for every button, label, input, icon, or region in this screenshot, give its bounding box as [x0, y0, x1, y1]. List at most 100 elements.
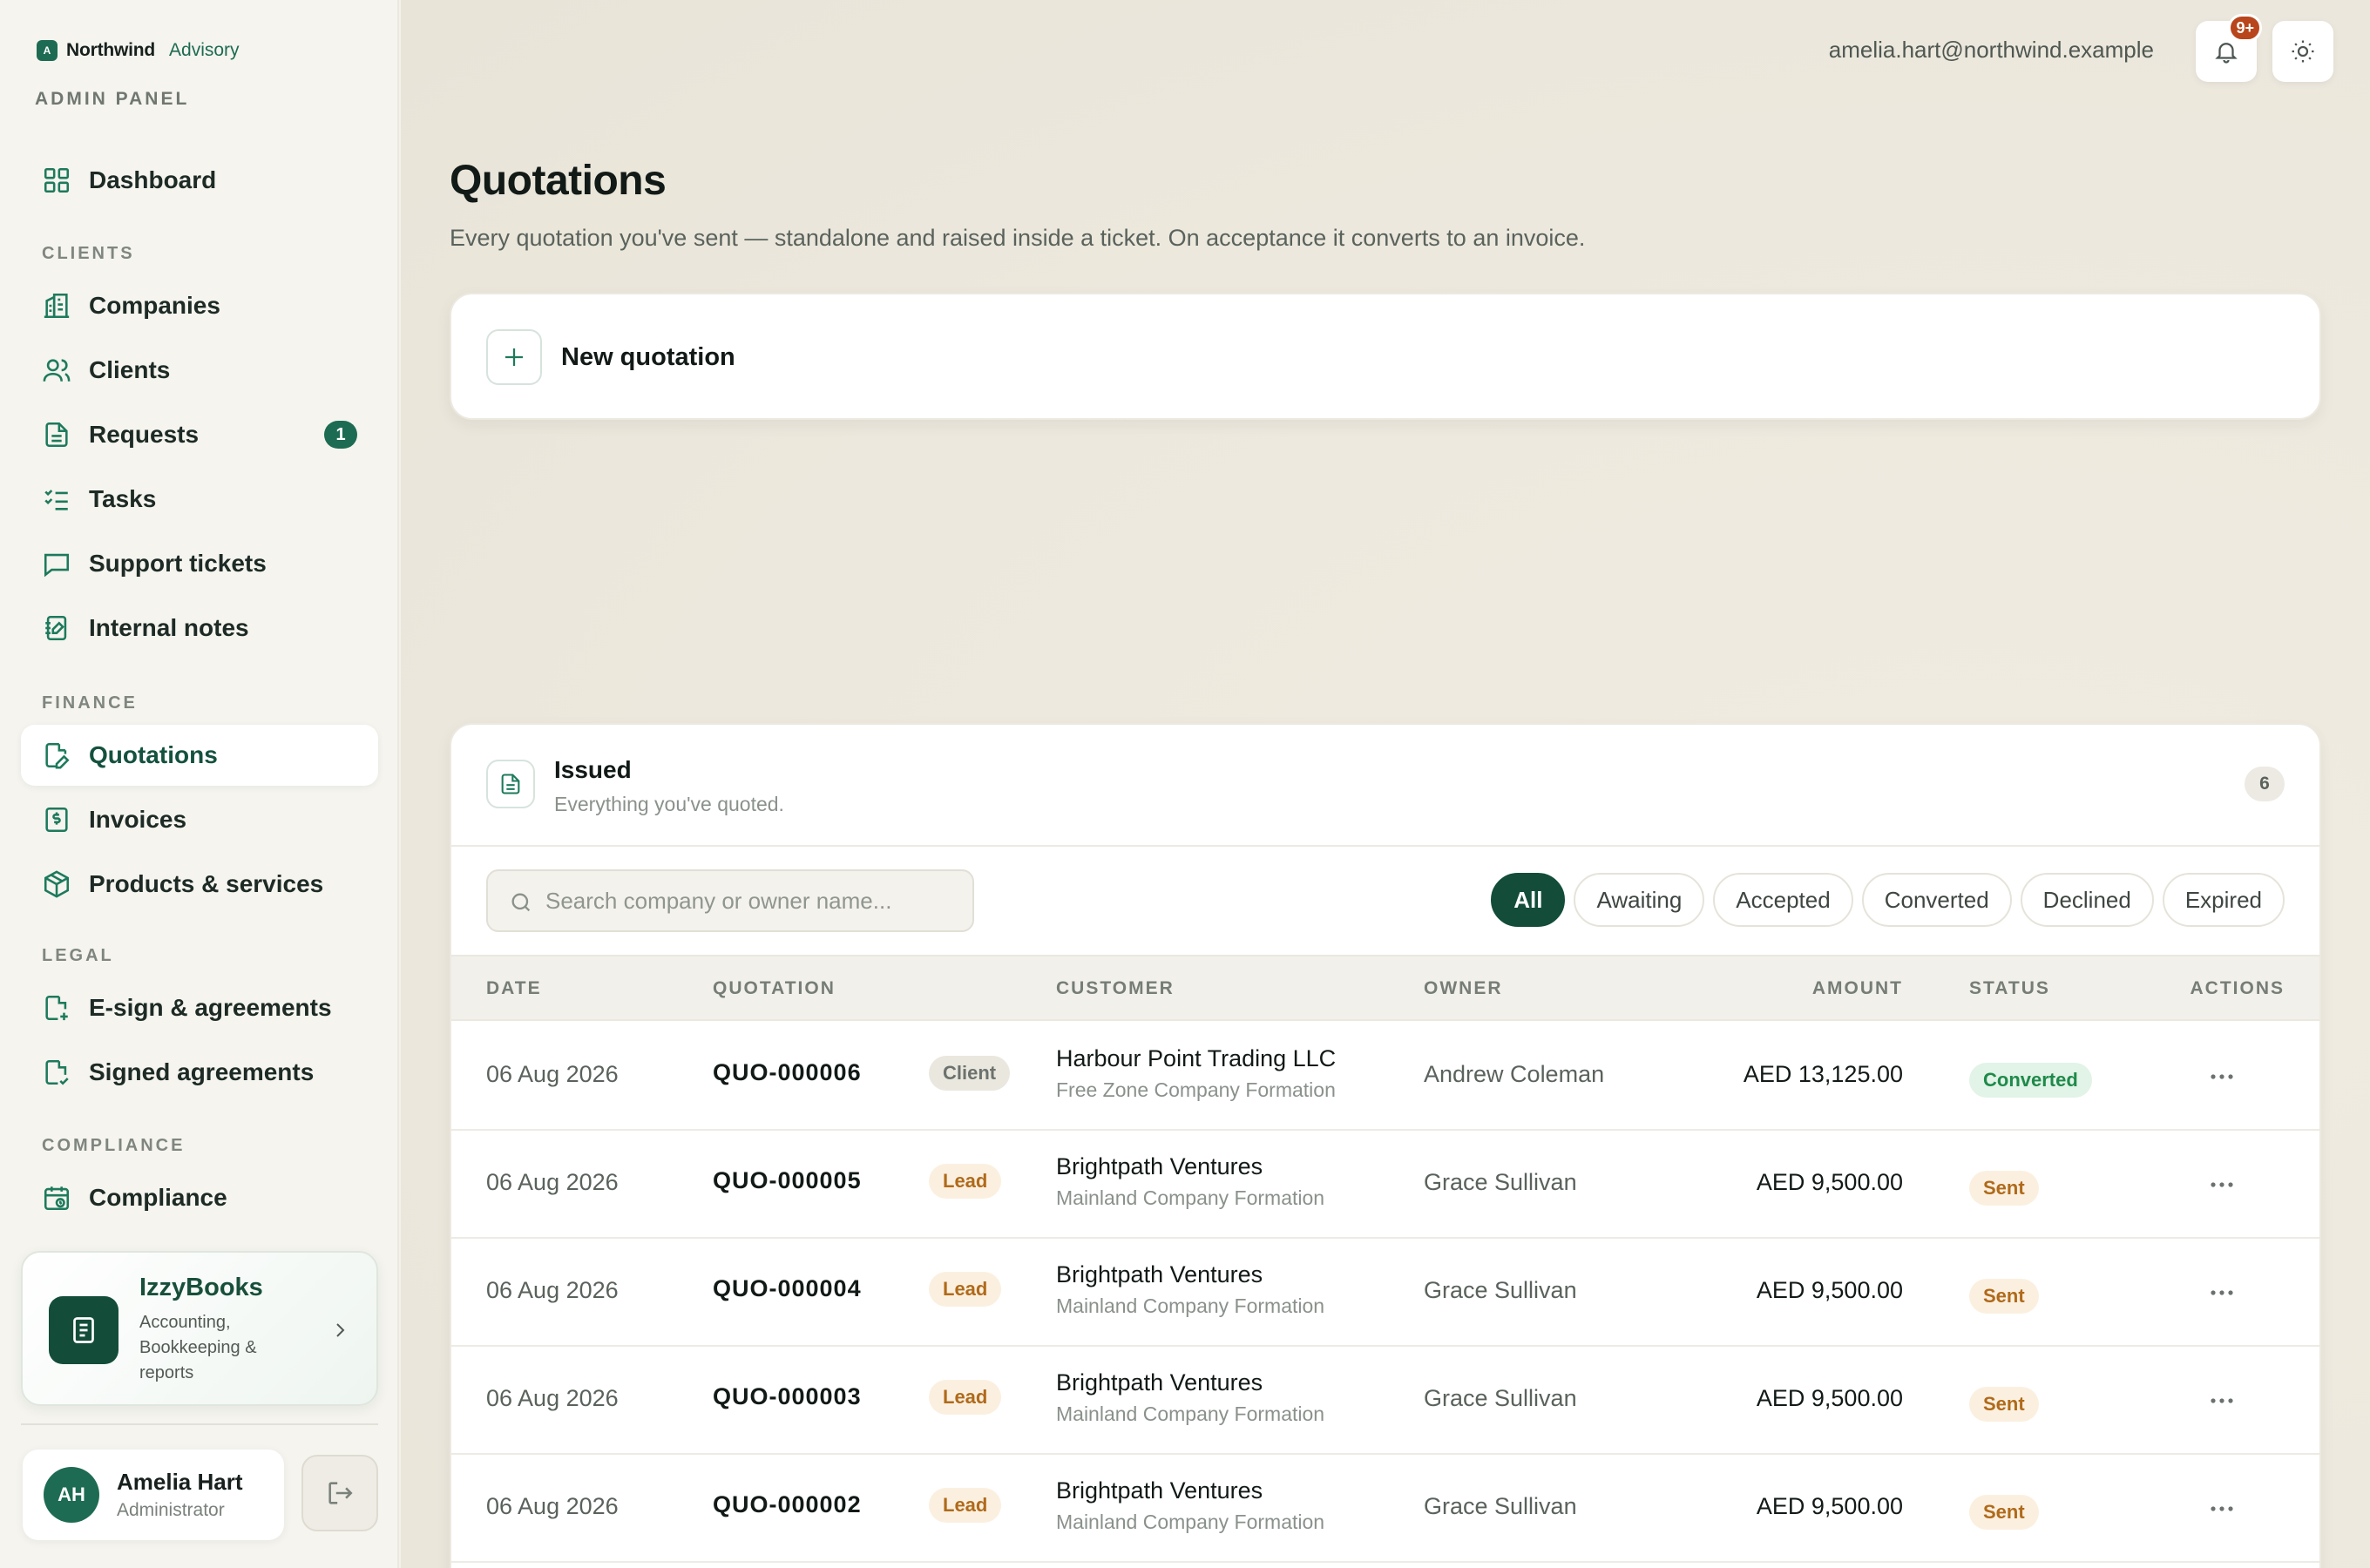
row-owner: Andrew Coleman [1424, 1061, 1605, 1087]
sidebar: A Northwind Advisory ADMIN PANEL Dashboa… [0, 0, 399, 1568]
filter-all[interactable]: All [1491, 873, 1566, 927]
sidebar-item-label: Support tickets [89, 550, 267, 577]
logout-button[interactable] [301, 1455, 378, 1531]
table-row[interactable]: 06 Aug 2026 QUO-000006 Client Harbour Point… [451, 1023, 2319, 1131]
plus-icon [501, 344, 527, 370]
sidebar-item-tasks[interactable]: Tasks [21, 469, 378, 530]
sidebar-item-label: Companies [89, 292, 220, 319]
row-actions-button[interactable] [2201, 1493, 2243, 1524]
row-actions-button[interactable] [2201, 1277, 2243, 1308]
sidebar-item-label: Internal notes [89, 614, 249, 641]
table-row[interactable]: 06 Aug 2026 QUO-000005 Lead Brightpath Vent… [451, 1131, 2319, 1239]
notification-count-badge: 9+ [2228, 14, 2262, 42]
row-amount: AED 9,500.00 [1756, 1493, 1903, 1519]
sidebar-item-signed-agreements[interactable]: Signed agreements [21, 1042, 378, 1103]
izzybooks-card[interactable]: IzzyBooks Accounting, Bookkeeping & repo… [21, 1251, 378, 1406]
sidebar-item-support-tickets[interactable]: Support tickets [21, 533, 378, 594]
customer-type-tag: Lead [929, 1488, 1002, 1523]
column-header-status[interactable]: STATUS [1969, 978, 2050, 999]
new-quotation-card[interactable]: New quotation [450, 293, 2321, 420]
status-badge: Sent [1969, 1279, 2039, 1314]
row-owner: Grace Sullivan [1424, 1169, 1577, 1195]
page-description: Every quotation you've sent — standalone… [450, 225, 1586, 251]
table-row[interactable]: 06 Aug 2026 QUO-000004 Lead Brightpath Vent… [451, 1239, 2319, 1347]
checklist-icon [42, 484, 71, 514]
theme-toggle-button[interactable] [2272, 21, 2333, 82]
avatar: AH [44, 1467, 99, 1523]
filter-declined[interactable]: Declined [2020, 873, 2154, 927]
column-header-date[interactable]: DATE [486, 978, 542, 999]
row-date: 06 Aug 2026 [486, 1277, 619, 1303]
row-amount: AED 9,500.00 [1756, 1277, 1903, 1303]
brand-logo[interactable]: A Northwind Advisory [37, 40, 240, 61]
grid-icon [42, 166, 71, 195]
customer-type-tag: Lead [929, 1164, 1002, 1199]
sidebar-item-compliance[interactable]: Compliance [21, 1167, 378, 1228]
users-icon [42, 355, 71, 385]
sidebar-item-products[interactable]: Products & services [21, 854, 378, 915]
row-customer: Brightpath Ventures [1056, 1477, 1263, 1504]
row-quotation-number[interactable]: QUO-000003 [713, 1383, 862, 1410]
filter-converted[interactable]: Converted [1861, 873, 2012, 927]
new-quotation-label: New quotation [561, 343, 735, 371]
row-amount: AED 9,500.00 [1756, 1169, 1903, 1195]
row-quotation-number[interactable]: QUO-000006 [713, 1059, 862, 1086]
table-header: DATE QUOTATION CUSTOMER OWNER AMOUNT STA… [451, 955, 2319, 1021]
issued-count-badge: 6 [2245, 767, 2285, 801]
section-label-finance: FINANCE [42, 693, 138, 713]
row-actions-button[interactable] [2201, 1061, 2243, 1092]
more-horizontal-icon [2209, 1072, 2235, 1081]
row-quotation-number[interactable]: QUO-000005 [713, 1167, 862, 1194]
table-row[interactable]: 06 Aug 2026 QUO-000003 Lead Brightpath Vent… [451, 1347, 2319, 1455]
row-quotation-number[interactable]: QUO-000002 [713, 1491, 862, 1518]
sidebar-item-invoices[interactable]: Invoices [21, 789, 378, 850]
status-badge: Sent [1969, 1387, 2039, 1422]
sidebar-item-label: Tasks [89, 485, 157, 512]
column-header-quotation[interactable]: QUOTATION [713, 978, 836, 999]
row-date: 06 Aug 2026 [486, 1385, 619, 1411]
document-icon [42, 420, 71, 449]
sidebar-item-label: Dashboard [89, 166, 217, 193]
sidebar-item-internal-notes[interactable]: Internal notes [21, 598, 378, 659]
notebook-icon [42, 613, 71, 643]
filter-expired[interactable]: Expired [2162, 873, 2285, 927]
column-header-customer[interactable]: CUSTOMER [1056, 978, 1175, 999]
search-input[interactable] [545, 871, 955, 930]
issued-quotations-card: Issued Everything you've quoted. 6 All A… [450, 723, 2321, 1568]
book-icon [49, 1296, 118, 1364]
row-amount: AED 9,500.00 [1756, 1385, 1903, 1411]
page-title: Quotations [450, 158, 667, 204]
document-check-icon [42, 1058, 71, 1087]
column-header-amount[interactable]: AMOUNT [1812, 978, 1903, 999]
sidebar-item-clients[interactable]: Clients [21, 340, 378, 401]
more-horizontal-icon [2209, 1504, 2235, 1513]
row-actions-button[interactable] [2201, 1169, 2243, 1200]
row-quotation-number[interactable]: QUO-000004 [713, 1275, 862, 1302]
more-horizontal-icon [2209, 1396, 2235, 1405]
row-service: Mainland Company Formation [1056, 1511, 1325, 1533]
row-service: Mainland Company Formation [1056, 1294, 1325, 1317]
row-actions-button[interactable] [2201, 1385, 2243, 1416]
sun-icon [2290, 38, 2316, 64]
notifications-button[interactable]: 9+ [2196, 14, 2262, 82]
table-row[interactable]: 06 Aug 2026 QUO-000002 Lead Brightpath Vent… [451, 1455, 2319, 1563]
sidebar-item-requests[interactable]: Requests 1 [21, 404, 378, 465]
sidebar-item-label: Quotations [89, 741, 218, 768]
edit-document-icon [42, 740, 71, 770]
sidebar-item-quotations[interactable]: Quotations [21, 725, 378, 786]
section-label-compliance: COMPLIANCE [42, 1136, 186, 1155]
logout-icon [325, 1478, 355, 1508]
sidebar-item-companies[interactable]: Companies [21, 275, 378, 336]
filter-accepted[interactable]: Accepted [1713, 873, 1853, 927]
column-header-owner[interactable]: OWNER [1424, 978, 1503, 999]
brand-mark: A [37, 40, 58, 61]
sidebar-item-esign[interactable]: E-sign & agreements [21, 977, 378, 1038]
row-date: 06 Aug 2026 [486, 1493, 619, 1519]
sidebar-item-dashboard[interactable]: Dashboard [21, 150, 378, 211]
sidebar-item-label: Signed agreements [89, 1058, 315, 1085]
chat-icon [42, 549, 71, 578]
user-profile-card[interactable]: AH Amelia Hart Administrator [23, 1450, 284, 1540]
filter-awaiting[interactable]: Awaiting [1574, 873, 1705, 927]
new-quotation-button[interactable] [486, 329, 542, 385]
more-horizontal-icon [2209, 1288, 2235, 1297]
